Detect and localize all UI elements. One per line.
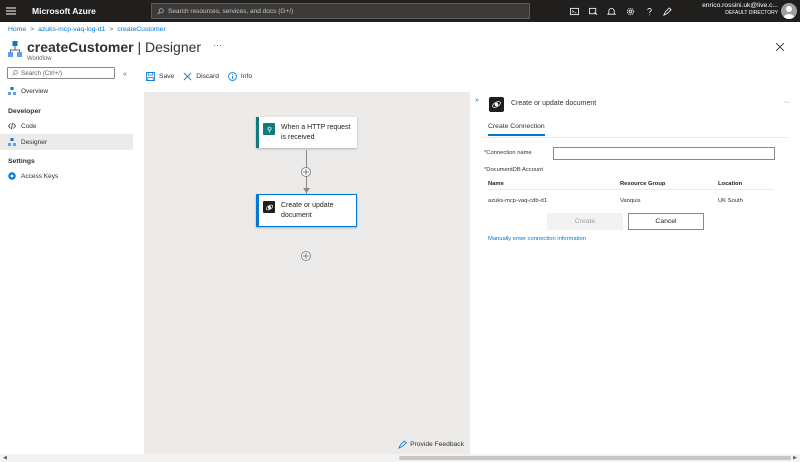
code-icon xyxy=(8,122,16,130)
settings-gear-icon[interactable] xyxy=(621,0,640,22)
sidebar-item-overview[interactable]: Overview xyxy=(0,83,133,99)
table-header-row: Name Resource Group Location xyxy=(488,178,774,190)
directory-filter-icon[interactable] xyxy=(584,0,603,22)
search-placeholder: Search resources, services, and docs (G+… xyxy=(168,7,294,15)
http-request-trigger-icon xyxy=(263,123,275,135)
breadcrumb-separator: > xyxy=(30,26,35,33)
breadcrumb-separator: > xyxy=(109,26,114,33)
designer-toolbar: Save Discard Info xyxy=(146,72,261,81)
more-options-button[interactable]: ··· xyxy=(213,40,222,50)
sidebar-item-label: Access Keys xyxy=(21,172,59,180)
sidebar-item-label: Designer xyxy=(21,138,48,146)
workflow-icon xyxy=(8,138,16,146)
documentdb-icon xyxy=(489,97,504,112)
notifications-bell-icon[interactable] xyxy=(602,0,621,22)
info-button[interactable]: Info xyxy=(228,72,252,81)
title-resource-name: createCustomer xyxy=(27,39,134,55)
designer-canvas[interactable]: When a HTTP request is received Create o… xyxy=(144,92,470,454)
feedback-label: Provide Feedback xyxy=(410,441,464,448)
breadcrumb-resource[interactable]: azuks-mcp-vaq-log-d1 xyxy=(38,26,105,33)
collapse-sidebar-button[interactable]: « xyxy=(123,71,127,78)
hamburger-menu-icon[interactable] xyxy=(0,0,22,22)
workflow-icon xyxy=(8,87,16,95)
panel-title: Create or update document xyxy=(511,100,597,107)
column-header-resource-group: Resource Group xyxy=(620,180,666,187)
sidebar-item-code[interactable]: Code xyxy=(0,118,133,134)
blade-header: createCustomer | Designer Workflow ··· xyxy=(8,39,222,62)
account-directory: DEFAULT DIRECTORY xyxy=(725,10,778,16)
help-question-icon[interactable] xyxy=(640,0,659,22)
top-bar-icons xyxy=(565,0,677,22)
provide-feedback-link[interactable]: Provide Feedback xyxy=(398,440,464,449)
sidebar-section-settings: Settings xyxy=(8,157,35,165)
add-step-button[interactable] xyxy=(301,251,311,261)
scroll-left-arrow-icon[interactable]: ◀ xyxy=(3,455,7,461)
action-label: Create or update document xyxy=(281,202,334,219)
sidebar-item-designer[interactable]: Designer xyxy=(0,134,133,150)
table-row[interactable]: azuks-mcp-vaq-cdb-d1 Vanquis UK South xyxy=(488,195,774,207)
info-icon xyxy=(228,72,237,81)
cloud-shell-icon[interactable] xyxy=(565,0,584,22)
manual-connection-link[interactable]: Manually enter connection information xyxy=(488,236,586,242)
scrollbar-thumb[interactable] xyxy=(399,456,791,460)
workflow-icon xyxy=(8,41,22,57)
cell-resource-group: Vanquis xyxy=(620,198,641,204)
breadcrumb: Home > azuks-mcp-vaq-log-d1 > createCust… xyxy=(8,26,166,33)
action-card-create-or-update-document[interactable]: Create or update document xyxy=(256,194,357,227)
sidebar-item-label: Overview xyxy=(21,87,49,95)
sidebar-section-developer: Developer xyxy=(8,107,41,115)
page-subtitle: Workflow xyxy=(27,56,52,62)
search-icon xyxy=(12,70,18,76)
create-button[interactable]: Create xyxy=(547,213,623,230)
sidebar-item-access-keys[interactable]: Access Keys xyxy=(0,168,133,184)
access-keys-icon xyxy=(8,172,16,180)
connection-name-label-text: Connection name xyxy=(486,150,532,156)
sidebar-item-label: Code xyxy=(21,122,37,130)
breadcrumb-home[interactable]: Home xyxy=(8,26,26,33)
discard-button[interactable]: Discard xyxy=(183,72,219,81)
tab-divider xyxy=(483,137,788,138)
cancel-button[interactable]: Cancel xyxy=(628,213,704,230)
documentdb-account-label-text: DocumentDB Account xyxy=(486,167,543,173)
sidebar: Search (Ctrl+/) « Overview Developer Cod… xyxy=(0,67,133,454)
add-step-button[interactable] xyxy=(301,167,311,177)
column-header-location: Location xyxy=(718,180,743,187)
trigger-card-http-request[interactable]: When a HTTP request is received xyxy=(256,117,357,148)
scroll-right-arrow-icon[interactable]: ▶ xyxy=(793,455,797,461)
connection-name-field[interactable] xyxy=(553,147,775,160)
avatar[interactable] xyxy=(781,3,797,19)
discard-x-icon xyxy=(183,72,192,81)
breadcrumb-current[interactable]: createCustomer xyxy=(117,26,165,33)
discard-label: Discard xyxy=(196,73,219,80)
info-label: Info xyxy=(240,73,253,80)
panel-more-options-button[interactable]: ··· xyxy=(783,99,790,106)
column-header-name: Name xyxy=(488,180,504,187)
feedback-icon xyxy=(398,440,407,449)
close-icon[interactable] xyxy=(776,43,784,51)
documentdb-icon xyxy=(263,201,275,213)
title-section: | Designer xyxy=(133,39,202,55)
tab-create-connection[interactable]: Create Connection xyxy=(488,123,545,136)
search-icon xyxy=(157,7,164,15)
brand-name[interactable]: Microsoft Azure xyxy=(32,6,150,16)
global-search-input[interactable]: Search resources, services, and docs (G+… xyxy=(151,3,530,19)
documentdb-accounts-table: Name Resource Group Location azuks-mcp-v… xyxy=(488,178,774,207)
page-title: createCustomer | Designer xyxy=(27,39,201,55)
sidebar-search-placeholder: Search (Ctrl+/) xyxy=(21,69,63,77)
save-button[interactable]: Save xyxy=(146,72,174,81)
save-label: Save xyxy=(159,73,175,80)
trigger-label: When a HTTP request is received xyxy=(281,124,351,141)
sidebar-search-input[interactable]: Search (Ctrl+/) xyxy=(7,67,115,79)
documentdb-account-label: *DocumentDB Account xyxy=(484,167,543,173)
horizontal-scrollbar[interactable]: ◀ ▶ xyxy=(0,454,800,462)
account-name: enrico.rossini.uk@live.c... xyxy=(702,2,778,9)
account-info[interactable]: enrico.rossini.uk@live.c... DEFAULT DIRE… xyxy=(702,2,778,16)
feedback-icon[interactable] xyxy=(658,0,677,22)
expand-panel-button[interactable]: » xyxy=(475,97,479,104)
cell-name: azuks-mcp-vaq-cdb-d1 xyxy=(488,198,547,204)
arrow-down-icon xyxy=(303,188,310,193)
save-icon xyxy=(146,72,155,81)
cell-location: UK South xyxy=(718,198,743,204)
connection-name-label: *Connection name xyxy=(484,150,532,156)
